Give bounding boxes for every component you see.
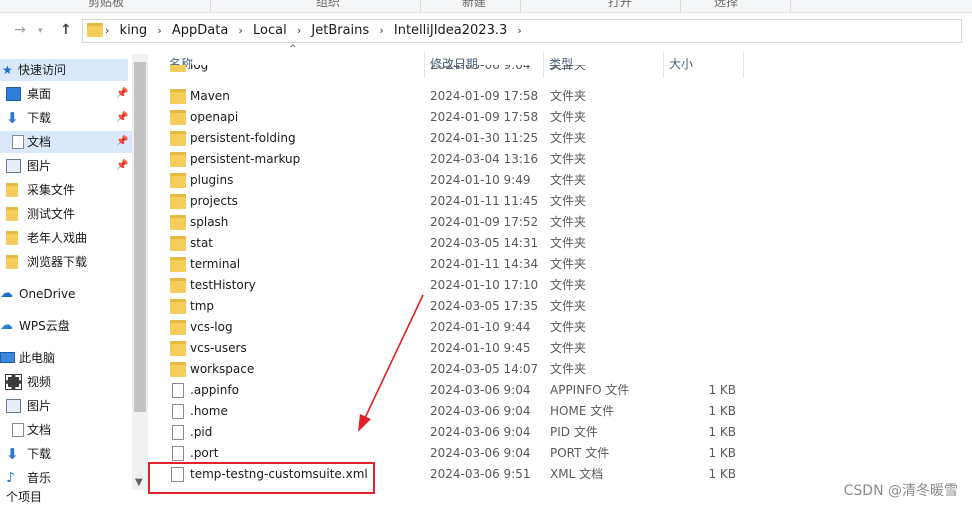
annotation-arrow-line bbox=[363, 294, 424, 421]
watermark: CSDN @清冬暖雪 bbox=[843, 483, 958, 499]
annotation-arrow bbox=[358, 294, 424, 432]
annotation-arrow-head bbox=[358, 414, 371, 432]
